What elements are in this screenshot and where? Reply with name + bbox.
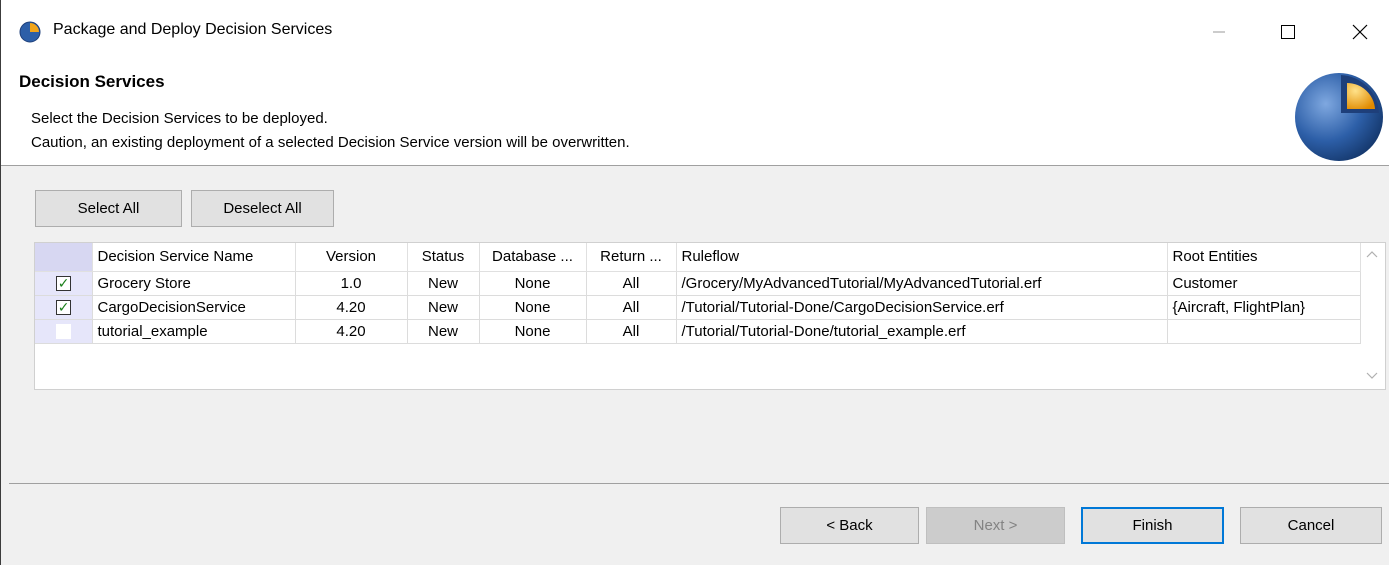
column-header-status[interactable]: Status xyxy=(407,243,480,272)
column-header-return[interactable]: Return ... xyxy=(586,243,677,272)
cell-database: None xyxy=(479,319,587,344)
maximize-button[interactable] xyxy=(1265,14,1311,50)
title-bar: Package and Deploy Decision Services xyxy=(1,0,1389,62)
row-select-cell[interactable]: ✓ xyxy=(35,295,93,320)
row-select-cell[interactable] xyxy=(35,319,93,344)
checkmark-icon: ✓ xyxy=(57,275,70,292)
page-title: Decision Services xyxy=(19,72,165,91)
decision-services-table[interactable]: Decision Service Name Version Status Dat… xyxy=(34,242,1386,390)
column-header-root-entities[interactable]: Root Entities xyxy=(1167,243,1361,272)
cell-version: 4.20 xyxy=(295,319,408,344)
cell-ruleflow: /Grocery/MyAdvancedTutorial/MyAdvancedTu… xyxy=(676,271,1168,296)
maximize-icon xyxy=(1281,25,1295,39)
cell-root-entities xyxy=(1167,319,1361,344)
back-button[interactable]: < Back xyxy=(780,507,919,544)
row-checkbox[interactable] xyxy=(55,324,71,340)
finish-button[interactable]: Finish xyxy=(1081,507,1224,544)
column-header-database[interactable]: Database ... xyxy=(479,243,587,272)
row-checkbox[interactable]: ✓ xyxy=(55,299,71,316)
chevron-up-icon[interactable] xyxy=(1364,247,1380,263)
wizard-header: Decision Services Select the Decision Se… xyxy=(1,62,1389,166)
cell-version: 4.20 xyxy=(295,295,408,320)
checkmark-icon: ✓ xyxy=(57,299,70,316)
cell-ruleflow: /Tutorial/Tutorial-Done/CargoDecisionSer… xyxy=(676,295,1168,320)
cell-return: All xyxy=(586,319,677,344)
cell-root-entities: Customer xyxy=(1167,271,1361,296)
cancel-button[interactable]: Cancel xyxy=(1240,507,1382,544)
close-icon xyxy=(1352,24,1368,40)
row-checkbox[interactable]: ✓ xyxy=(55,275,71,292)
footer-separator xyxy=(9,483,1389,484)
cell-root-entities: {Aircraft, FlightPlan} xyxy=(1167,295,1361,320)
minimize-button[interactable] xyxy=(1196,14,1242,50)
table-row[interactable]: ✓ CargoDecisionService 4.20 New None All… xyxy=(35,295,1361,320)
cell-status: New xyxy=(407,271,480,296)
cell-name: CargoDecisionService xyxy=(92,295,296,320)
cell-return: All xyxy=(586,271,677,296)
table-header-row: Decision Service Name Version Status Dat… xyxy=(35,243,1361,272)
deselect-all-button[interactable]: Deselect All xyxy=(191,190,334,227)
column-header-select[interactable] xyxy=(35,243,93,272)
dialog-window: Package and Deploy Decision Services Dec… xyxy=(0,0,1389,565)
chevron-down-icon[interactable] xyxy=(1364,367,1380,383)
next-button[interactable]: Next > xyxy=(926,507,1065,544)
cell-version: 1.0 xyxy=(295,271,408,296)
page-caution: Caution, an existing deployment of a sel… xyxy=(31,134,630,151)
cell-return: All xyxy=(586,295,677,320)
window-title: Package and Deploy Decision Services xyxy=(53,21,333,38)
select-all-button[interactable]: Select All xyxy=(35,190,182,227)
cell-status: New xyxy=(407,295,480,320)
column-header-name[interactable]: Decision Service Name xyxy=(92,243,296,272)
minimize-icon xyxy=(1213,31,1225,33)
cell-status: New xyxy=(407,319,480,344)
row-select-cell[interactable]: ✓ xyxy=(35,271,93,296)
page-description: Select the Decision Services to be deplo… xyxy=(31,110,328,127)
table-row[interactable]: ✓ Grocery Store 1.0 New None All /Grocer… xyxy=(35,271,1361,296)
column-header-ruleflow[interactable]: Ruleflow xyxy=(676,243,1168,272)
cell-name: tutorial_example xyxy=(92,319,296,344)
column-header-version[interactable]: Version xyxy=(295,243,408,272)
banner-logo-icon xyxy=(1295,73,1383,161)
table-row[interactable]: tutorial_example 4.20 New None All /Tuto… xyxy=(35,319,1361,344)
cell-database: None xyxy=(479,271,587,296)
cell-ruleflow: /Tutorial/Tutorial-Done/tutorial_example… xyxy=(676,319,1168,344)
close-button[interactable] xyxy=(1337,14,1383,50)
app-logo-icon xyxy=(19,21,41,43)
cell-database: None xyxy=(479,295,587,320)
cell-name: Grocery Store xyxy=(92,271,296,296)
